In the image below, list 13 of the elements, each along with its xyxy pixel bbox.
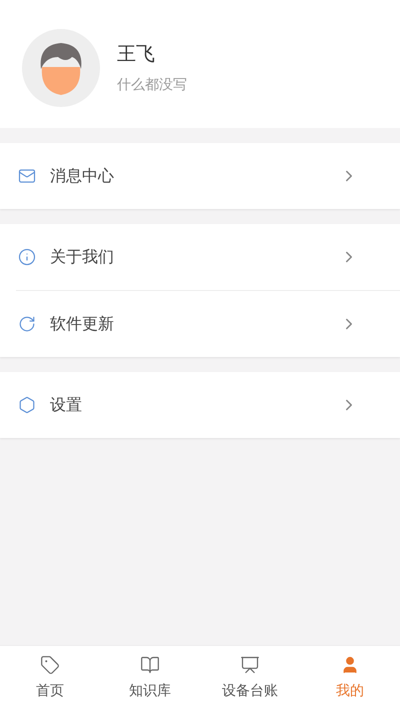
tab[interactable]: 知识库 [100,646,200,711]
user-name: 王飞 [117,42,156,68]
menu-item[interactable]: 软件更新 [0,291,400,357]
menu-item[interactable]: 设置 [0,372,400,438]
menu-label: 消息中心 [50,165,115,187]
menu-item[interactable]: 消息中心 [0,143,400,209]
menu-label: 设置 [50,394,83,416]
tab[interactable]: 首页 [0,646,100,711]
menu-label: 关于我们 [50,246,115,268]
tab[interactable]: 设备台账 [200,646,300,711]
menu-label: 软件更新 [50,313,115,335]
user-bio: 什么都没写 [117,76,187,95]
menu-item[interactable]: 关于我们 [0,224,400,290]
